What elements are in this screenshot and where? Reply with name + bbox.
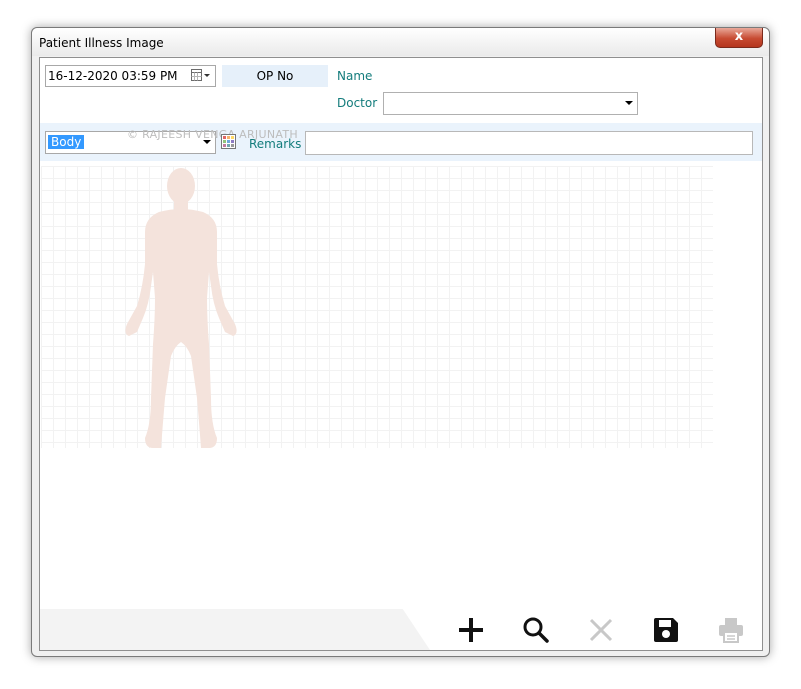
name-label: Name xyxy=(337,69,373,83)
chevron-down-icon xyxy=(625,101,633,105)
form-body: 16-12-2020 03:59 PM OP No Name Doctor Bo… xyxy=(39,57,763,651)
plus-icon xyxy=(459,618,483,642)
doctor-select[interactable] xyxy=(383,92,638,115)
x-icon xyxy=(589,618,613,642)
title-bar[interactable]: Patient Illness Image x xyxy=(32,28,769,56)
save-button[interactable] xyxy=(649,615,683,645)
magnifier-icon xyxy=(523,617,549,643)
printer-icon xyxy=(719,618,743,643)
date-value: 16-12-2020 03:59 PM xyxy=(48,69,178,83)
date-picker[interactable]: 16-12-2020 03:59 PM xyxy=(45,65,216,87)
window-title: Patient Illness Image xyxy=(39,36,164,50)
search-button[interactable] xyxy=(519,615,553,645)
close-icon: x xyxy=(734,29,744,44)
human-body-silhouette-icon xyxy=(125,168,237,448)
delete-button[interactable] xyxy=(584,615,618,645)
image-type-value: Body xyxy=(48,135,85,149)
bottom-panel-tab xyxy=(40,609,430,650)
remarks-label: Remarks xyxy=(249,137,302,151)
patient-illness-window: Patient Illness Image x 16-12-2020 03:59… xyxy=(31,27,770,657)
doctor-label: Doctor xyxy=(337,96,378,110)
calendar-icon[interactable] xyxy=(191,69,211,82)
color-grid-icon[interactable] xyxy=(221,134,236,149)
floppy-disk-icon xyxy=(654,618,678,642)
close-button[interactable]: x xyxy=(715,28,763,48)
op-number-label: OP No xyxy=(222,65,328,87)
print-button[interactable] xyxy=(714,615,748,645)
remarks-input[interactable] xyxy=(305,131,753,155)
illness-image-canvas[interactable] xyxy=(41,166,713,448)
add-button[interactable] xyxy=(454,615,488,645)
